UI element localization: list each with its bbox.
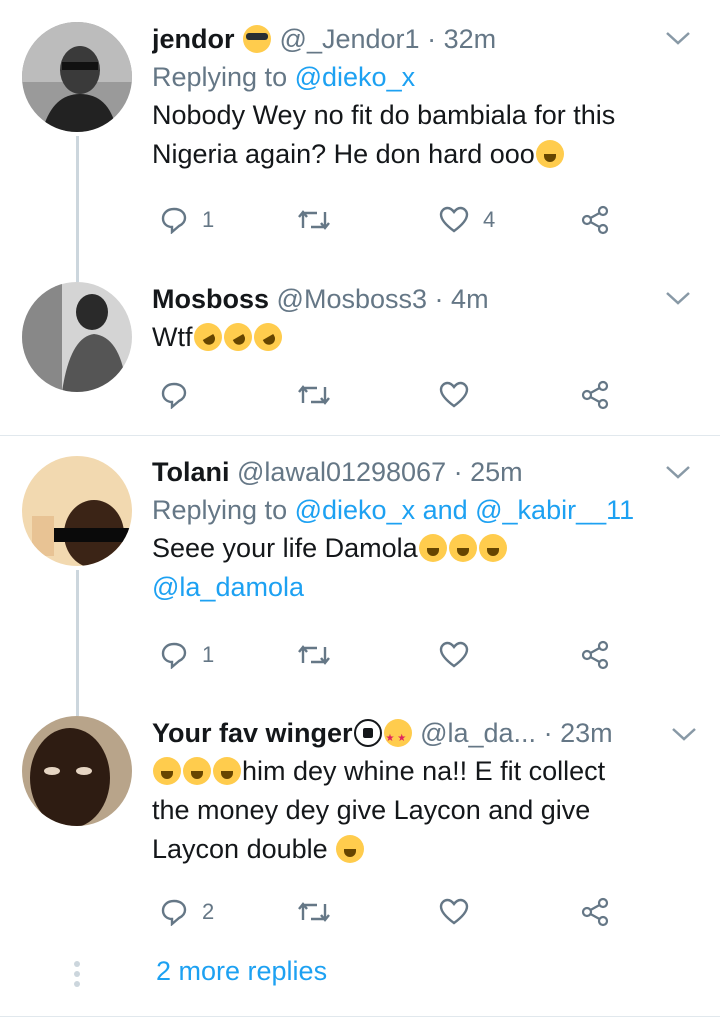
joy-emoji-icon [153, 757, 181, 785]
chevron-down-icon[interactable] [664, 28, 692, 48]
avatar-your-fav-winger[interactable] [22, 716, 132, 826]
share-button[interactable] [580, 375, 610, 415]
joy-emoji-icon [535, 140, 564, 168]
reply-count: 2 [202, 899, 215, 924]
tweet-3[interactable]: Tolani @lawal01298067 · 25m Replying to … [0, 436, 720, 716]
joy-emoji-icon [336, 835, 365, 863]
rofl-emoji-icon [218, 317, 257, 357]
timestamp[interactable]: 25m [470, 457, 523, 487]
retweet-button[interactable] [297, 200, 331, 240]
tweet-1[interactable]: jendor @_Jendor1 · 32m Replying to @diek… [0, 0, 720, 282]
avatar-mosboss[interactable] [22, 282, 132, 392]
timestamp[interactable]: 23m [560, 718, 613, 748]
like-icon [439, 206, 469, 233]
mention-link[interactable]: @la_damola [152, 568, 690, 607]
sunglasses-emoji-icon [243, 25, 272, 53]
replying-to: Replying to @dieko_x and @_kabir__11 [152, 495, 635, 525]
more-replies-link[interactable]: 2 more replies [156, 956, 327, 987]
rofl-emoji-icon [188, 317, 227, 357]
timestamp[interactable]: 32m [444, 24, 497, 54]
display-name[interactable]: Your fav winger [152, 718, 353, 748]
retweet-icon [298, 385, 330, 405]
reply-icon [161, 207, 187, 234]
like-button[interactable] [439, 635, 469, 675]
like-icon [439, 381, 469, 408]
tweet-2[interactable]: Mosboss @Mosboss3 · 4m Wtf [0, 270, 720, 436]
user-handle[interactable]: @la_da... [420, 718, 536, 748]
retweet-icon [298, 210, 330, 230]
like-icon [439, 898, 469, 925]
mention-link[interactable]: @dieko_x [295, 62, 415, 92]
display-name[interactable]: Tolani [152, 457, 230, 487]
like-count: 4 [483, 207, 496, 232]
share-icon [581, 640, 609, 670]
retweet-button[interactable] [297, 375, 331, 415]
display-name[interactable]: jendor [152, 24, 235, 54]
reply-icon [161, 899, 187, 926]
share-icon [581, 380, 609, 410]
tweet-text: Nobody Wey no fit do bambiala for this N… [152, 100, 616, 169]
tweet-4[interactable]: Your fav winger @la_da... · 23m him dey … [0, 702, 720, 942]
reply-button[interactable]: 1 [160, 200, 214, 240]
reply-icon [161, 382, 187, 409]
joy-emoji-icon [448, 534, 477, 562]
like-button[interactable]: 4 [439, 200, 495, 240]
star-struck-emoji-icon [383, 719, 412, 750]
thread-line [76, 570, 79, 716]
like-icon [439, 641, 469, 668]
share-button[interactable] [580, 200, 610, 240]
thread-line [76, 136, 79, 282]
joy-emoji-icon [418, 534, 447, 562]
avatar-tolani[interactable] [22, 456, 132, 566]
retweet-button[interactable] [297, 635, 331, 675]
chevron-down-icon[interactable] [664, 462, 692, 482]
tweet-header: jendor @_Jendor1 · 32m [152, 24, 497, 54]
reply-icon [161, 642, 187, 669]
tweet-text: Seee your life Damola @la_damola [152, 529, 690, 607]
tweet-text: Wtf [152, 317, 690, 357]
tweet-header: Your fav winger @la_da... · 23m [152, 716, 690, 750]
timestamp[interactable]: 4m [451, 284, 489, 314]
chevron-down-icon[interactable] [664, 288, 692, 308]
user-handle[interactable]: @lawal01298067 [237, 457, 446, 487]
mention-link[interactable]: @dieko_x and @_kabir__11 [295, 495, 635, 525]
tweet-text: him dey whine na!! E fit collect the mon… [152, 756, 606, 864]
retweet-icon [298, 902, 330, 922]
joy-emoji-icon [478, 534, 507, 562]
like-button[interactable] [439, 892, 469, 932]
tweet-header: Mosboss @Mosboss3 · 4m [152, 284, 489, 314]
soccer-ball-emoji-icon [353, 719, 382, 747]
reply-button[interactable]: 1 [160, 635, 214, 675]
avatar-jendor[interactable] [22, 22, 132, 132]
divider [0, 1016, 720, 1017]
user-handle[interactable]: @_Jendor1 [280, 24, 420, 54]
share-button[interactable] [580, 635, 610, 675]
share-icon [581, 205, 609, 235]
share-icon [581, 897, 609, 927]
user-handle[interactable]: @Mosboss3 [277, 284, 427, 314]
reply-button[interactable]: 2 [160, 892, 214, 932]
rofl-emoji-icon [248, 317, 287, 357]
retweet-icon [298, 645, 330, 665]
joy-emoji-icon [213, 757, 241, 785]
chevron-down-icon[interactable] [670, 724, 698, 744]
reply-count: 1 [202, 207, 215, 232]
more-replies-dots-icon [74, 961, 80, 991]
joy-emoji-icon [183, 757, 211, 785]
tweet-header: Tolani @lawal01298067 · 25m [152, 457, 523, 487]
display-name[interactable]: Mosboss [152, 284, 269, 314]
retweet-button[interactable] [297, 892, 331, 932]
like-button[interactable] [439, 375, 469, 415]
share-button[interactable] [580, 892, 610, 932]
reply-count: 1 [202, 642, 215, 667]
reply-button[interactable] [160, 375, 188, 415]
replying-to: Replying to @dieko_x [152, 62, 416, 92]
